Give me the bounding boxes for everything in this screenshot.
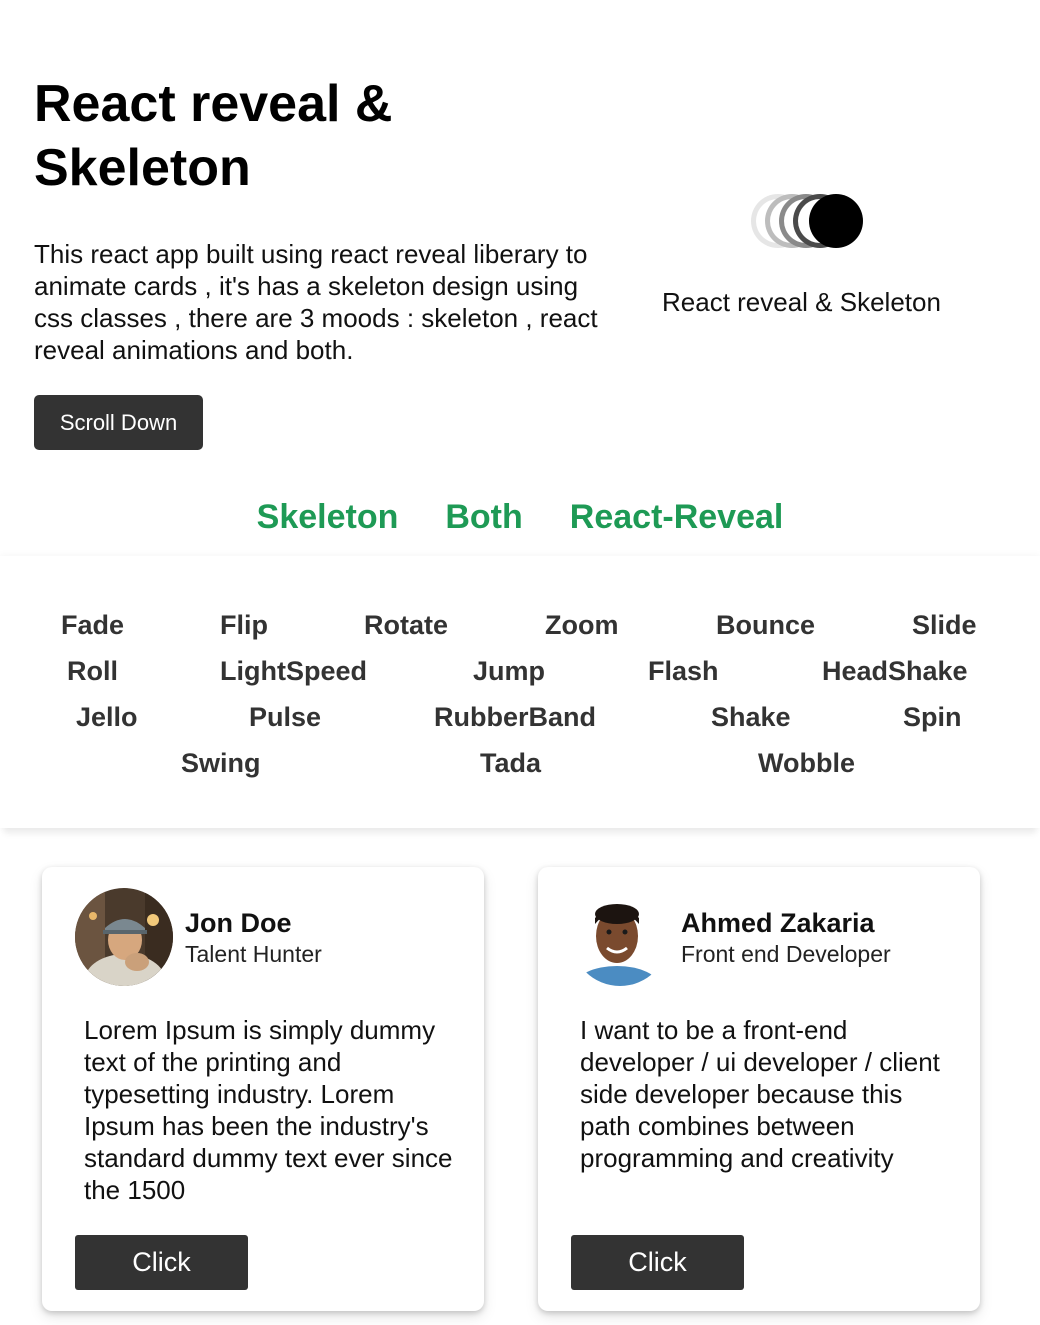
mode-both-link[interactable]: Both xyxy=(445,494,522,540)
click-button[interactable]: Click xyxy=(571,1235,744,1290)
animation-item-slide[interactable]: Slide xyxy=(912,608,977,642)
animation-item-zoom[interactable]: Zoom xyxy=(545,608,619,642)
animation-item-jump[interactable]: Jump xyxy=(473,654,545,688)
animation-item-spin[interactable]: Spin xyxy=(903,700,962,734)
animation-item-flip[interactable]: Flip xyxy=(220,608,268,642)
animation-item-bounce[interactable]: Bounce xyxy=(716,608,815,642)
hero-description: This react app built using react reveal … xyxy=(34,239,598,365)
animation-item-lightspeed[interactable]: LightSpeed xyxy=(220,654,367,688)
card-text: I want to be a front-end developer / ui … xyxy=(580,1015,940,1173)
card-name: Ahmed Zakaria xyxy=(681,908,875,938)
animation-item-rotate[interactable]: Rotate xyxy=(364,608,448,642)
card-name: Jon Doe xyxy=(185,908,292,938)
animation-item-fade[interactable]: Fade xyxy=(61,608,124,642)
mode-skeleton-link[interactable]: Skeleton xyxy=(257,494,399,540)
animation-item-headshake[interactable]: HeadShake xyxy=(822,654,968,688)
avatar xyxy=(75,888,173,986)
animation-item-tada[interactable]: Tada xyxy=(480,746,541,780)
logo-caption: React reveal & Skeleton xyxy=(662,287,941,317)
mode-react-reveal-link[interactable]: React-Reveal xyxy=(570,494,784,540)
animation-list: Fade Flip Rotate Zoom Bounce Slide Roll … xyxy=(0,556,1040,828)
animation-item-swing[interactable]: Swing xyxy=(181,746,261,780)
profile-card: Jon Doe Talent Hunter Lorem Ipsum is sim… xyxy=(42,867,484,1311)
card-text: Lorem Ipsum is simply dummy text of the … xyxy=(84,1015,453,1205)
animation-item-pulse[interactable]: Pulse xyxy=(249,700,321,734)
animation-item-shake[interactable]: Shake xyxy=(711,700,791,734)
animation-item-wobble[interactable]: Wobble xyxy=(758,746,855,780)
mode-selector: Skeleton Both React-Reveal xyxy=(0,494,1040,540)
card-role: Talent Hunter xyxy=(185,941,322,967)
animation-item-flash[interactable]: Flash xyxy=(648,654,719,688)
animation-item-roll[interactable]: Roll xyxy=(67,654,118,688)
animation-item-jello[interactable]: Jello xyxy=(76,700,138,734)
card-role: Front end Developer xyxy=(681,941,891,967)
profile-card: Ahmed Zakaria Front end Developer I want… xyxy=(538,867,980,1311)
click-button[interactable]: Click xyxy=(75,1235,248,1290)
scroll-down-button[interactable]: Scroll Down xyxy=(34,395,203,450)
stacked-circles-icon xyxy=(748,190,868,252)
animation-item-rubberband[interactable]: RubberBand xyxy=(434,700,596,734)
page-title: React reveal & Skeleton xyxy=(34,75,393,197)
avatar xyxy=(571,888,669,986)
